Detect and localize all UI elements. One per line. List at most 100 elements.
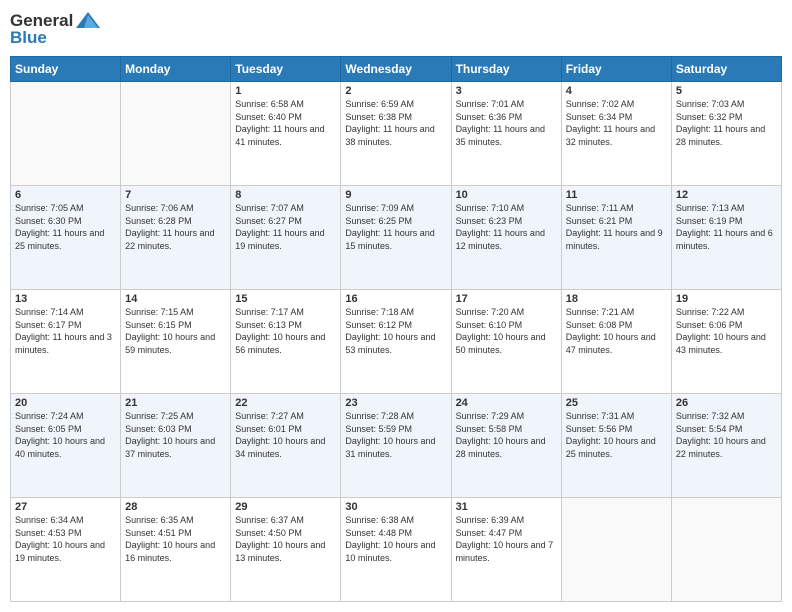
calendar-cell: 15Sunrise: 7:17 AM Sunset: 6:13 PM Dayli… (231, 290, 341, 394)
day-number: 29 (235, 501, 336, 513)
calendar-cell: 5Sunrise: 7:03 AM Sunset: 6:32 PM Daylig… (671, 82, 781, 186)
calendar-cell: 14Sunrise: 7:15 AM Sunset: 6:15 PM Dayli… (121, 290, 231, 394)
day-info: Sunrise: 7:32 AM Sunset: 5:54 PM Dayligh… (676, 410, 777, 460)
day-info: Sunrise: 6:59 AM Sunset: 6:38 PM Dayligh… (345, 98, 446, 148)
day-info: Sunrise: 7:07 AM Sunset: 6:27 PM Dayligh… (235, 202, 336, 252)
calendar-cell: 28Sunrise: 6:35 AM Sunset: 4:51 PM Dayli… (121, 498, 231, 602)
calendar-header-row: SundayMondayTuesdayWednesdayThursdayFrid… (11, 57, 782, 82)
day-number: 7 (125, 189, 226, 201)
day-number: 4 (566, 85, 667, 97)
calendar-cell (121, 82, 231, 186)
calendar-cell: 19Sunrise: 7:22 AM Sunset: 6:06 PM Dayli… (671, 290, 781, 394)
day-number: 3 (456, 85, 557, 97)
calendar-cell: 22Sunrise: 7:27 AM Sunset: 6:01 PM Dayli… (231, 394, 341, 498)
day-number: 16 (345, 293, 446, 305)
calendar-cell: 2Sunrise: 6:59 AM Sunset: 6:38 PM Daylig… (341, 82, 451, 186)
day-info: Sunrise: 7:05 AM Sunset: 6:30 PM Dayligh… (15, 202, 116, 252)
calendar-cell: 8Sunrise: 7:07 AM Sunset: 6:27 PM Daylig… (231, 186, 341, 290)
day-number: 21 (125, 397, 226, 409)
day-info: Sunrise: 6:37 AM Sunset: 4:50 PM Dayligh… (235, 514, 336, 564)
calendar-cell: 1Sunrise: 6:58 AM Sunset: 6:40 PM Daylig… (231, 82, 341, 186)
calendar-cell: 9Sunrise: 7:09 AM Sunset: 6:25 PM Daylig… (341, 186, 451, 290)
day-number: 8 (235, 189, 336, 201)
calendar-cell: 29Sunrise: 6:37 AM Sunset: 4:50 PM Dayli… (231, 498, 341, 602)
day-number: 15 (235, 293, 336, 305)
day-info: Sunrise: 7:15 AM Sunset: 6:15 PM Dayligh… (125, 306, 226, 356)
day-number: 25 (566, 397, 667, 409)
day-number: 31 (456, 501, 557, 513)
calendar-cell (561, 498, 671, 602)
day-info: Sunrise: 7:14 AM Sunset: 6:17 PM Dayligh… (15, 306, 116, 356)
day-number: 22 (235, 397, 336, 409)
calendar-cell: 25Sunrise: 7:31 AM Sunset: 5:56 PM Dayli… (561, 394, 671, 498)
day-info: Sunrise: 7:13 AM Sunset: 6:19 PM Dayligh… (676, 202, 777, 252)
day-number: 2 (345, 85, 446, 97)
calendar-cell: 30Sunrise: 6:38 AM Sunset: 4:48 PM Dayli… (341, 498, 451, 602)
calendar-header-monday: Monday (121, 57, 231, 82)
day-number: 9 (345, 189, 446, 201)
day-number: 27 (15, 501, 116, 513)
day-info: Sunrise: 6:38 AM Sunset: 4:48 PM Dayligh… (345, 514, 446, 564)
day-info: Sunrise: 7:31 AM Sunset: 5:56 PM Dayligh… (566, 410, 667, 460)
calendar-cell: 23Sunrise: 7:28 AM Sunset: 5:59 PM Dayli… (341, 394, 451, 498)
calendar-cell: 13Sunrise: 7:14 AM Sunset: 6:17 PM Dayli… (11, 290, 121, 394)
calendar-cell (671, 498, 781, 602)
calendar-cell: 31Sunrise: 6:39 AM Sunset: 4:47 PM Dayli… (451, 498, 561, 602)
day-number: 13 (15, 293, 116, 305)
day-number: 1 (235, 85, 336, 97)
calendar-cell: 10Sunrise: 7:10 AM Sunset: 6:23 PM Dayli… (451, 186, 561, 290)
calendar-cell: 27Sunrise: 6:34 AM Sunset: 4:53 PM Dayli… (11, 498, 121, 602)
calendar-header-tuesday: Tuesday (231, 57, 341, 82)
logo: General Blue (10, 10, 103, 48)
day-info: Sunrise: 6:34 AM Sunset: 4:53 PM Dayligh… (15, 514, 116, 564)
calendar-cell: 4Sunrise: 7:02 AM Sunset: 6:34 PM Daylig… (561, 82, 671, 186)
day-info: Sunrise: 6:39 AM Sunset: 4:47 PM Dayligh… (456, 514, 557, 564)
day-number: 20 (15, 397, 116, 409)
calendar-header-friday: Friday (561, 57, 671, 82)
calendar-header-sunday: Sunday (11, 57, 121, 82)
calendar-cell: 16Sunrise: 7:18 AM Sunset: 6:12 PM Dayli… (341, 290, 451, 394)
calendar-cell: 17Sunrise: 7:20 AM Sunset: 6:10 PM Dayli… (451, 290, 561, 394)
day-info: Sunrise: 7:21 AM Sunset: 6:08 PM Dayligh… (566, 306, 667, 356)
calendar-week-row: 27Sunrise: 6:34 AM Sunset: 4:53 PM Dayli… (11, 498, 782, 602)
day-number: 23 (345, 397, 446, 409)
calendar-cell: 7Sunrise: 7:06 AM Sunset: 6:28 PM Daylig… (121, 186, 231, 290)
day-number: 19 (676, 293, 777, 305)
day-info: Sunrise: 7:18 AM Sunset: 6:12 PM Dayligh… (345, 306, 446, 356)
day-info: Sunrise: 7:03 AM Sunset: 6:32 PM Dayligh… (676, 98, 777, 148)
day-number: 18 (566, 293, 667, 305)
day-info: Sunrise: 7:02 AM Sunset: 6:34 PM Dayligh… (566, 98, 667, 148)
day-info: Sunrise: 7:06 AM Sunset: 6:28 PM Dayligh… (125, 202, 226, 252)
calendar-week-row: 13Sunrise: 7:14 AM Sunset: 6:17 PM Dayli… (11, 290, 782, 394)
calendar-week-row: 20Sunrise: 7:24 AM Sunset: 6:05 PM Dayli… (11, 394, 782, 498)
day-number: 11 (566, 189, 667, 201)
day-number: 12 (676, 189, 777, 201)
day-number: 17 (456, 293, 557, 305)
calendar-week-row: 6Sunrise: 7:05 AM Sunset: 6:30 PM Daylig… (11, 186, 782, 290)
calendar-header-wednesday: Wednesday (341, 57, 451, 82)
day-number: 5 (676, 85, 777, 97)
day-info: Sunrise: 7:22 AM Sunset: 6:06 PM Dayligh… (676, 306, 777, 356)
day-info: Sunrise: 7:29 AM Sunset: 5:58 PM Dayligh… (456, 410, 557, 460)
calendar-cell: 26Sunrise: 7:32 AM Sunset: 5:54 PM Dayli… (671, 394, 781, 498)
logo-icon (74, 10, 102, 32)
calendar-cell: 6Sunrise: 7:05 AM Sunset: 6:30 PM Daylig… (11, 186, 121, 290)
day-info: Sunrise: 7:28 AM Sunset: 5:59 PM Dayligh… (345, 410, 446, 460)
day-number: 10 (456, 189, 557, 201)
calendar-cell: 24Sunrise: 7:29 AM Sunset: 5:58 PM Dayli… (451, 394, 561, 498)
calendar-cell: 18Sunrise: 7:21 AM Sunset: 6:08 PM Dayli… (561, 290, 671, 394)
day-info: Sunrise: 7:20 AM Sunset: 6:10 PM Dayligh… (456, 306, 557, 356)
calendar-cell: 21Sunrise: 7:25 AM Sunset: 6:03 PM Dayli… (121, 394, 231, 498)
day-number: 24 (456, 397, 557, 409)
calendar-header-thursday: Thursday (451, 57, 561, 82)
day-number: 26 (676, 397, 777, 409)
calendar-table: SundayMondayTuesdayWednesdayThursdayFrid… (10, 56, 782, 602)
day-number: 30 (345, 501, 446, 513)
day-info: Sunrise: 7:17 AM Sunset: 6:13 PM Dayligh… (235, 306, 336, 356)
calendar-header-saturday: Saturday (671, 57, 781, 82)
day-info: Sunrise: 7:11 AM Sunset: 6:21 PM Dayligh… (566, 202, 667, 252)
day-number: 14 (125, 293, 226, 305)
day-info: Sunrise: 6:35 AM Sunset: 4:51 PM Dayligh… (125, 514, 226, 564)
day-info: Sunrise: 6:58 AM Sunset: 6:40 PM Dayligh… (235, 98, 336, 148)
day-info: Sunrise: 7:09 AM Sunset: 6:25 PM Dayligh… (345, 202, 446, 252)
